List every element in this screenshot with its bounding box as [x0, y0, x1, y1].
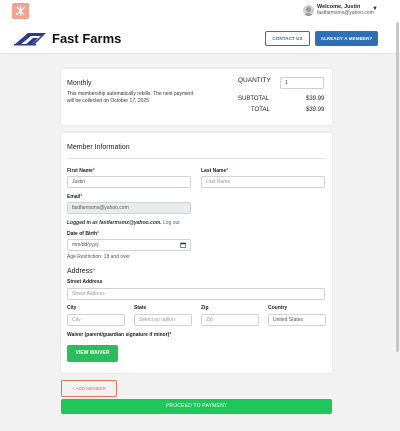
brand-logo-icon[interactable]: [14, 32, 46, 46]
member-info-title: Member Information: [67, 144, 130, 151]
proceed-to-payment-button[interactable]: PROCEED TO PAYMENT: [61, 399, 332, 414]
city-label: City: [67, 305, 77, 311]
zip-label: Zip: [201, 305, 209, 311]
first-name-input[interactable]: Justin: [67, 176, 191, 188]
last-name-input[interactable]: Last Name: [201, 176, 325, 188]
quantity-label: QUANTITY: [238, 77, 271, 84]
view-waiver-button[interactable]: VIEW WAIVER: [67, 345, 118, 362]
membership-summary-card: Monthly This membership automatically re…: [61, 69, 332, 125]
top-bar: Welcome, Justin fastfarmsmx@yahoo.com ▼: [0, 0, 400, 22]
account-email[interactable]: fastfarmsmx@yahoo.com: [317, 10, 374, 16]
member-information-card: Member Information First Name* Justin La…: [61, 133, 332, 373]
page-scrollbar[interactable]: [396, 22, 399, 352]
country-input[interactable]: United States: [268, 314, 326, 326]
state-select[interactable]: Select an option: [134, 314, 192, 326]
country-label: Country: [268, 305, 288, 311]
street-address-input[interactable]: Street Address: [67, 288, 325, 300]
app-logo-icon[interactable]: [12, 3, 29, 19]
first-name-label: First Name*: [67, 168, 95, 174]
brand-name: Fast Farms: [52, 31, 122, 46]
dob-label: Date of Birth*: [67, 231, 99, 237]
rebill-notice: This membership automatically rebills. T…: [67, 91, 194, 104]
total-label: TOTAL: [251, 107, 270, 113]
state-label: State: [134, 305, 147, 311]
plan-name: Monthly: [67, 80, 92, 87]
city-input[interactable]: City: [67, 314, 125, 326]
calendar-icon[interactable]: [180, 242, 186, 248]
account-menu-caret-icon[interactable]: ▼: [372, 6, 378, 12]
subtotal-value: $39.99: [306, 96, 325, 102]
logged-in-notice: Logged in as fastfarmsmx@yahoo.com. Log …: [67, 220, 180, 226]
street-label: Street Address: [67, 279, 103, 285]
address-title: Address*: [67, 268, 96, 275]
dob-input[interactable]: mm/dd/yyyy: [67, 239, 191, 251]
avatar-icon[interactable]: [303, 5, 314, 16]
last-name-label: Last Name*: [201, 168, 229, 174]
site-header: Fast Farms CONTACT US ALREADY A MEMBER?: [0, 22, 400, 54]
zip-input[interactable]: Zip: [201, 314, 259, 326]
waiver-label: Waiver (parent/guardian signature if min…: [67, 332, 172, 338]
contact-us-button[interactable]: CONTACT US: [265, 31, 310, 46]
add-member-button[interactable]: + ADD MEMBER: [61, 380, 117, 397]
age-restriction-text: Age Restriction: 18 and over: [67, 254, 131, 260]
quantity-input[interactable]: 1: [280, 77, 324, 89]
logout-link[interactable]: Log out: [163, 220, 180, 226]
already-member-button[interactable]: ALREADY A MEMBER?: [315, 31, 378, 46]
email-field: fastfarmsmx@yahoo.com: [67, 202, 191, 214]
subtotal-label: SUBTOTAL: [238, 96, 270, 102]
email-label: Email*: [67, 194, 83, 200]
total-value: $39.99: [306, 107, 325, 113]
divider: [67, 158, 326, 159]
